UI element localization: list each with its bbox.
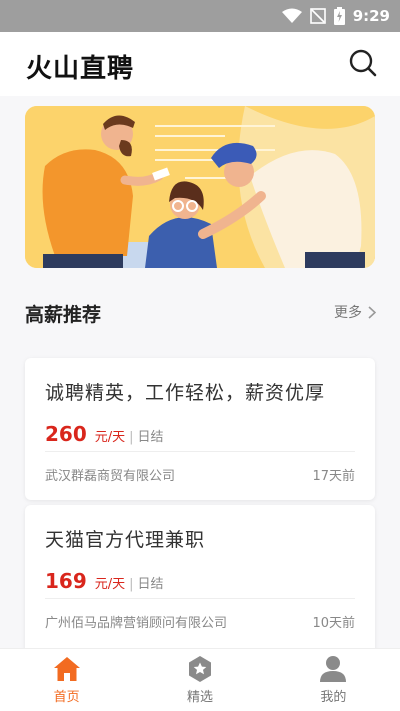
salary-row: 260 元/天 | 日结 (45, 422, 164, 446)
app-title: 火山直聘 (26, 54, 135, 84)
salary-amount: 169 (45, 569, 87, 593)
promo-banner[interactable] (25, 106, 375, 268)
more-link[interactable]: 更多 (334, 302, 376, 322)
posted-time: 17天前 (312, 469, 355, 484)
salary-separator: | (129, 430, 134, 445)
nav-label-home: 首页 (53, 690, 80, 705)
section-title: 高薪推荐 (25, 304, 102, 326)
salary-row: 169 元/天 | 日结 (45, 569, 164, 593)
settlement-type: 日结 (137, 577, 164, 592)
chevron-right-icon (368, 305, 376, 319)
bottom-nav: 首页 精选 我的 (0, 648, 400, 711)
status-icons: 9:29 (281, 0, 390, 32)
wifi-icon (281, 8, 302, 23)
app-header: 火山直聘 (0, 32, 400, 96)
nav-label-profile: 我的 (320, 690, 347, 705)
job-card[interactable]: 诚聘精英，工作轻松，薪资优厚 260 元/天 | 日结 武汉群磊商贸有限公司 1… (25, 358, 375, 500)
salary-unit: 元/天 (94, 577, 126, 592)
star-badge-icon (188, 656, 211, 682)
posted-time: 10天前 (312, 616, 355, 631)
no-signal-icon (309, 8, 326, 24)
settlement-type: 日结 (137, 430, 164, 445)
nav-item-profile[interactable]: 我的 (267, 649, 400, 711)
home-icon (53, 657, 80, 681)
company-name: 武汉群磊商贸有限公司 (45, 469, 176, 484)
job-title: 诚聘精英，工作轻松，薪资优厚 (45, 382, 326, 404)
nav-label-featured: 精选 (186, 690, 213, 705)
search-icon[interactable] (348, 48, 378, 78)
salary-amount: 260 (45, 422, 87, 446)
banner-illustration (25, 106, 375, 268)
company-name: 广州佰马品牌营销顾问有限公司 (45, 616, 228, 631)
status-time: 9:29 (352, 7, 390, 25)
job-title: 天猫官方代理兼职 (45, 529, 206, 551)
card-divider (45, 598, 355, 599)
salary-unit: 元/天 (94, 430, 126, 445)
person-icon (320, 656, 347, 682)
card-divider (45, 451, 355, 452)
more-label: 更多 (334, 305, 362, 321)
salary-separator: | (129, 577, 134, 592)
nav-item-home[interactable]: 首页 (0, 649, 133, 711)
nav-item-featured[interactable]: 精选 (133, 649, 266, 711)
battery-charging-icon (333, 7, 345, 25)
job-card[interactable]: 天猫官方代理兼职 169 元/天 | 日结 广州佰马品牌营销顾问有限公司 10天… (25, 505, 375, 655)
status-bar: 9:29 (0, 0, 400, 32)
